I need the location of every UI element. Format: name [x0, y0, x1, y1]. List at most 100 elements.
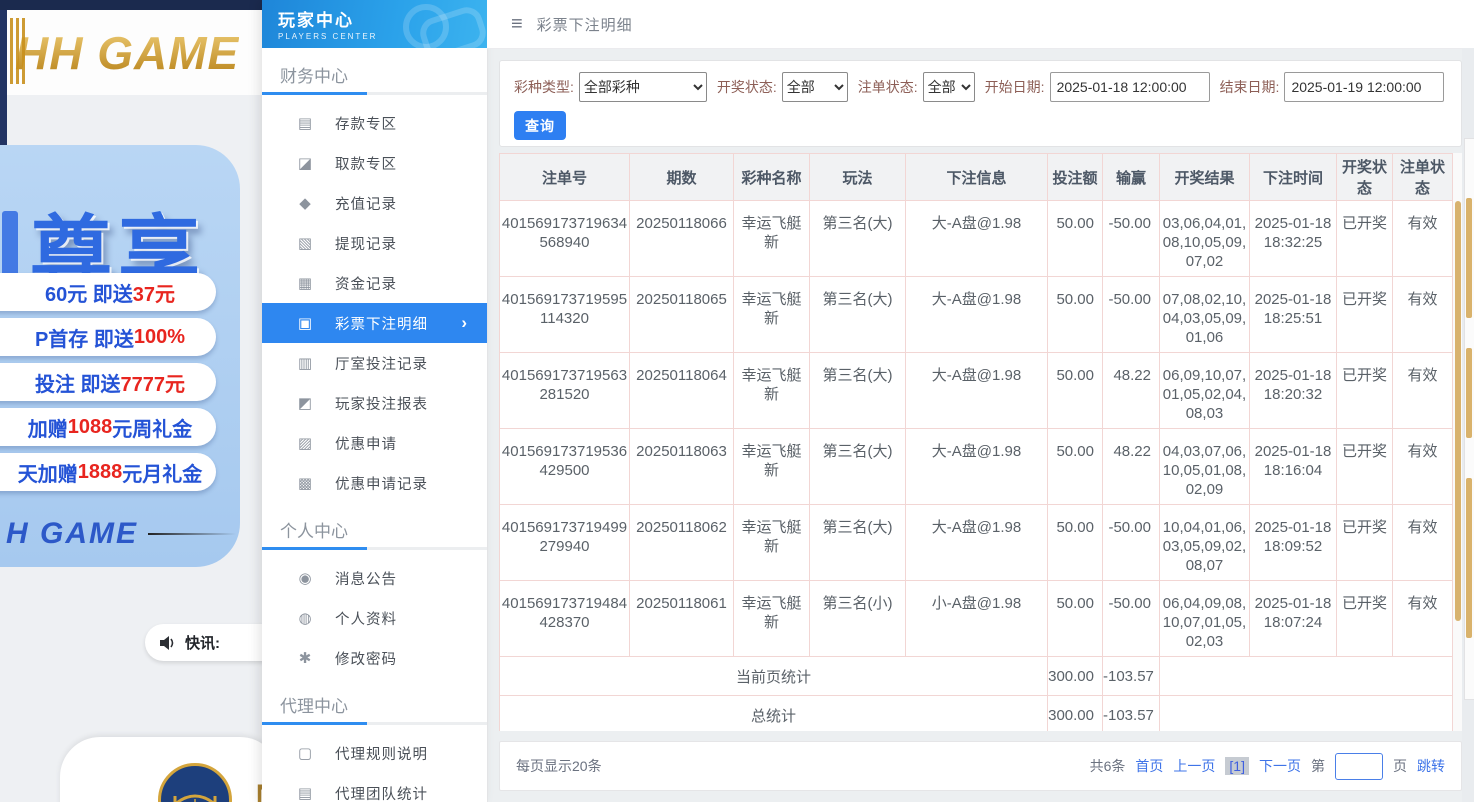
team-logo [158, 763, 232, 802]
lottery-type-select[interactable]: 全部彩种 [578, 72, 707, 102]
sidebar-item-label: 充值记录 [335, 196, 397, 213]
order-status-label: 注单状态: [857, 79, 918, 95]
table-cell: 有效 [1392, 428, 1453, 505]
table-cell: 2025-01-18 18:20:32 [1249, 352, 1337, 429]
logo-strip: HH GAME [7, 10, 262, 95]
sidebar-item-label: 代理团队统计 [335, 786, 428, 802]
sidebar: 玩家中心 PLAYERS CENTER 财务中心 ▤ 存款专区 ◪ 取款专区 ◆ 充值记录 ▧… [262, 0, 488, 802]
sidebar-item-recharge-records[interactable]: ◆ 充值记录 [262, 183, 487, 223]
promo-banner: 尊享 60元 即送 37元 P首存 即送 100% 投注 即送 7777元 加赠 1088 元周… [0, 145, 240, 567]
table-cell: 第三名(大) [809, 352, 906, 429]
bell-icon: ◉ [298, 570, 312, 587]
column-header: 注单号 [499, 153, 630, 201]
column-header: 下注信息 [905, 153, 1048, 201]
pagination-bar: 每页显示20条 共6条 首页 上一页 [1] 下一页 第 页 跳转 [499, 741, 1462, 791]
speaker-icon [160, 635, 174, 650]
sidebar-item-label: 存款专区 [335, 116, 397, 133]
table-cell: 401569173719563281520 [499, 352, 630, 429]
search-button[interactable]: 查询 [514, 111, 566, 140]
page-summary-row: 当前页统计 300.00 -103.57 [499, 656, 1453, 696]
column-header: 投注额 [1047, 153, 1103, 201]
promo-footer: H GAME [6, 517, 236, 551]
sidebar-item-withdraw[interactable]: ◪ 取款专区 [262, 143, 487, 183]
sidebar-item-label: 提现记录 [335, 236, 397, 253]
table-cell: 幸运飞艇新 [733, 580, 810, 657]
prev-page-link[interactable]: 上一页 [1173, 756, 1215, 776]
promo-pill: 加赠 1088 元周礼金 [0, 408, 216, 446]
table-cell: 有效 [1392, 504, 1453, 581]
table-cell: 大-A盘@1.98 [905, 428, 1048, 505]
gear-icon: ✱ [298, 650, 312, 667]
table-cell: 大-A盘@1.98 [905, 200, 1048, 277]
draw-status-select[interactable]: 全部 [781, 72, 848, 102]
table-cell: 401569173719499279940 [499, 504, 630, 581]
sidebar-item-label: 取款专区 [335, 156, 397, 173]
sidebar-item-player-bet-report[interactable]: ◩ 玩家投注报表 [262, 383, 487, 423]
table-scrollbar[interactable] [1453, 153, 1462, 731]
news-card: N [60, 737, 262, 802]
bets-table: 注单号 期数 彩种名称 玩法 下注信息 投注额 输赢 开奖结果 下注时间 开奖状态 注单状态 401… [499, 153, 1453, 731]
gift-icon: ▨ [297, 435, 313, 452]
column-header: 注单状态 [1392, 153, 1453, 201]
menu-icon[interactable]: ≡ [511, 14, 523, 34]
table-row: 401569173719563281520 20250118064 幸运飞艇新 第三名… [499, 352, 1453, 429]
total-count: 共6条 [1089, 758, 1126, 774]
table-cell: 第三名(大) [809, 200, 906, 277]
bets-table-card: 注单号 期数 彩种名称 玩法 下注信息 投注额 输赢 开奖结果 下注时间 开奖状态 注单状态 401… [499, 153, 1462, 731]
column-header: 彩种名称 [733, 153, 810, 201]
sidebar-item-agent-rules[interactable]: ▢ 代理规则说明 [262, 733, 487, 773]
background-page: HH GAME 尊享 60元 即送 37元 P首存 即送 100% 投注 即送 7777元… [0, 0, 262, 802]
sidebar-item-label: 厅室投注记录 [335, 356, 428, 373]
right-edge-peek [1462, 48, 1474, 802]
first-page-link[interactable]: 首页 [1135, 756, 1163, 776]
order-status-select[interactable]: 全部 [922, 72, 975, 102]
end-date-input[interactable] [1284, 72, 1445, 102]
table-cell: 2025-01-18 18:16:04 [1249, 428, 1337, 505]
table-cell: 401569173719595114320 [499, 276, 630, 353]
bet-list-icon: ▣ [297, 315, 313, 332]
scrollbar-thumb[interactable] [1455, 201, 1461, 621]
sidebar-item-profile[interactable]: ◍ 个人资料 [262, 598, 487, 638]
table-cell: 幸运飞艇新 [733, 428, 810, 505]
grand-summary-winloss-total: -103.57 [1102, 695, 1160, 731]
promo-list-icon: ▩ [297, 475, 313, 492]
table-row: 401569173719634568940 20250118066 幸运飞艇新 第三名… [499, 200, 1453, 277]
sidebar-item-cashout-records[interactable]: ▧ 提现记录 [262, 223, 487, 263]
promo-footer-line [148, 533, 236, 535]
column-header: 开奖状态 [1336, 153, 1393, 201]
jump-prefix: 第 [1311, 758, 1325, 774]
table-cell: 已开奖 [1336, 580, 1393, 657]
column-header: 输赢 [1102, 153, 1160, 201]
ticker-label: 快讯: [185, 635, 220, 652]
current-page[interactable]: [1] [1225, 757, 1249, 775]
hall-list-icon: ▥ [297, 355, 313, 372]
jump-link[interactable]: 跳转 [1417, 756, 1445, 776]
sidebar-item-deposit[interactable]: ▤ 存款专区 [262, 103, 487, 143]
pagination-controls: 共6条 首页 上一页 [1] 下一页 第 页 跳转 [1089, 752, 1445, 780]
promo-pill: P首存 即送 100% [0, 318, 216, 356]
sidebar-item-agent-team-stats[interactable]: ▤ 代理团队统计 [262, 773, 487, 802]
news-ticker: 快讯: [145, 624, 262, 661]
page-summary-winloss-total: -103.57 [1102, 656, 1160, 696]
sidebar-item-change-password[interactable]: ✱ 修改密码 [262, 638, 487, 678]
table-cell: 已开奖 [1336, 276, 1393, 353]
table-cell: 幸运飞艇新 [733, 200, 810, 277]
sidebar-item-label: 资金记录 [335, 276, 397, 293]
table-cell: 第三名(小) [809, 580, 906, 657]
table-cell: 幸运飞艇新 [733, 504, 810, 581]
start-date-input[interactable] [1049, 72, 1210, 102]
sidebar-item-promo-apply[interactable]: ▨ 优惠申请 [262, 423, 487, 463]
page-jump-input[interactable] [1335, 752, 1383, 780]
promo-pill: 投注 即送 7777元 [0, 363, 216, 401]
sidebar-item-lottery-bet-details[interactable]: ▣ 彩票下注明细 › [262, 303, 487, 343]
sidebar-item-hall-bet-records[interactable]: ▥ 厅室投注记录 [262, 343, 487, 383]
sidebar-item-announcements[interactable]: ◉ 消息公告 [262, 558, 487, 598]
table-cell: 20250118066 [629, 200, 734, 277]
funds-icon: ▦ [297, 275, 313, 292]
money-bag-icon: ◆ [299, 195, 311, 212]
next-page-link[interactable]: 下一页 [1259, 756, 1301, 776]
table-cell: 2025-01-18 18:25:51 [1249, 276, 1337, 353]
sidebar-item-fund-records[interactable]: ▦ 资金记录 [262, 263, 487, 303]
sidebar-item-promo-apply-records[interactable]: ▩ 优惠申请记录 [262, 463, 487, 503]
promo-pill: 60元 即送 37元 [0, 273, 216, 311]
